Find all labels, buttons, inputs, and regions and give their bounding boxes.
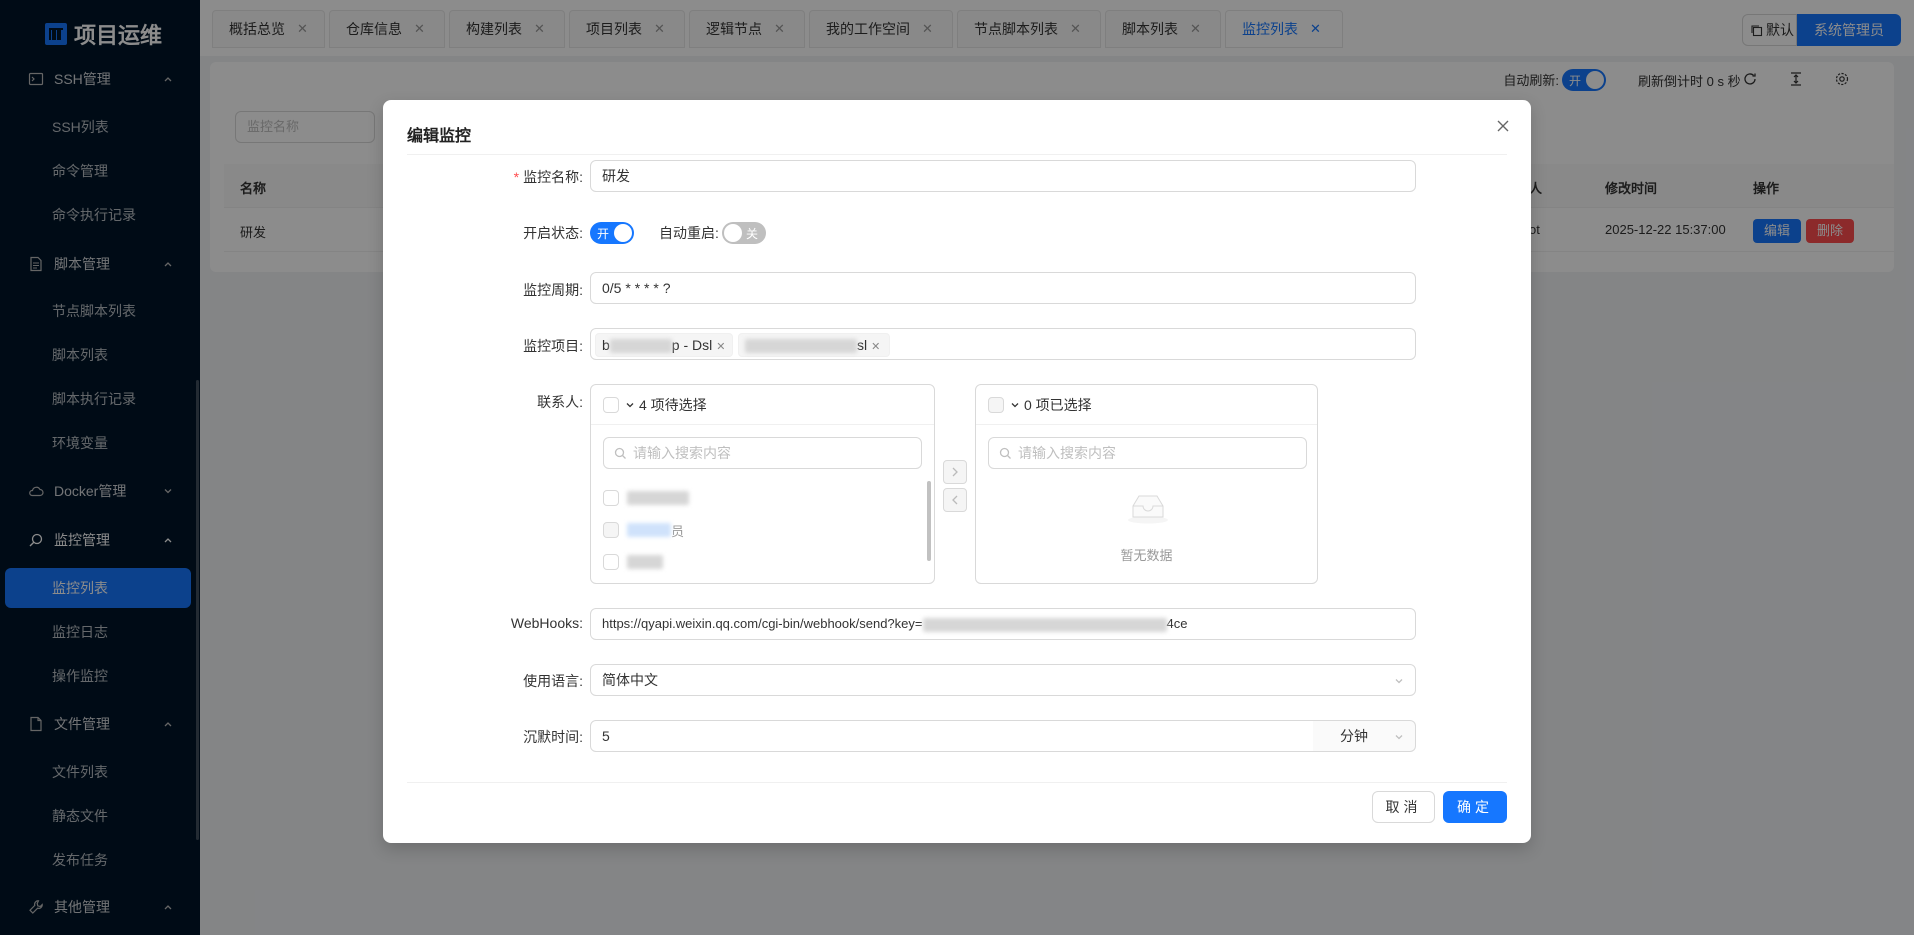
ok-button[interactable]: 确定 [1443,791,1507,823]
empty-text: 暂无数据 [1120,548,1173,563]
silence-unit-value: 分钟 [1340,728,1368,744]
item-checkbox [603,522,619,538]
required-mark: * [513,169,520,185]
transfer-list-item[interactable]: 员 [603,521,684,539]
chevron-down-icon [1395,679,1403,684]
select-all-checkbox [988,396,1004,413]
redacted-text [627,491,689,505]
search-placeholder: 请输入搜索内容 [633,445,731,461]
tag-text: p - Dsl [671,337,713,353]
close-icon[interactable]: ✕ [716,341,725,353]
transfer-target-panel: 0 项已选择 请输入搜索内容 暂无数据 [975,384,1318,584]
edit-monitor-modal: 编辑监控 * 监控名称: 研发 开启状态: 开 自动重启: 关 监控周期: 0/5… [383,100,1531,843]
transfer-source-header: 4 项待选择 [591,385,934,425]
status-switch[interactable]: 开 [590,222,634,244]
language-value: 简体中文 [602,672,658,688]
chevron-down-icon[interactable] [1010,400,1020,410]
webhook-input[interactable]: https://qyapi.weixin.qq.com/cgi-bin/webh… [590,608,1416,640]
modal-divider [407,154,1507,155]
select-all-checkbox[interactable] [603,396,619,413]
label-silence: 沉默时间: [523,729,583,745]
label-name-text: 监控名称: [523,169,583,185]
switch-label: 开 [597,226,610,241]
label-name: * 监控名称: [383,167,583,187]
project-tag: b p - Dsl ✕ [595,333,733,357]
search-icon [999,447,1011,459]
projects-select[interactable]: bp - Dsl ✕ sl ✕ [590,328,1416,360]
label-webhooks: WebHooks: [510,615,583,631]
transfer-list-item[interactable] [603,553,663,571]
monitor-name-input[interactable]: 研发 [590,160,1416,192]
empty-inbox-icon [1128,495,1168,524]
transfer-source-search[interactable]: 请输入搜索内容 [603,437,922,469]
label-projects: 监控项目: [523,338,583,354]
switch-label: 关 [746,226,759,241]
redacted-text [609,339,672,354]
close-icon[interactable]: ✕ [871,341,880,353]
language-select[interactable]: 简体中文 [590,664,1416,696]
transfer-source-panel: 4 项待选择 请输入搜索内容 员 [590,384,935,584]
transfer-target-header: 0 项已选择 [976,385,1317,425]
move-right-button[interactable] [943,460,967,484]
item-label: 员 [671,523,685,539]
label-contacts: 联系人: [537,394,583,410]
webhook-url-suffix: 4ce [1166,616,1188,631]
tag-text: sl [857,337,868,353]
item-checkbox[interactable] [603,554,619,570]
list-scrollbar[interactable] [927,481,931,561]
redacted-text [627,523,671,537]
redacted-text [745,339,857,354]
footer-divider [407,782,1507,783]
label-language: 使用语言: [523,673,583,689]
item-checkbox[interactable] [603,490,619,506]
switch-knob [724,224,742,242]
chevron-right-icon [952,467,958,477]
label-cycle: 监控周期: [523,282,583,298]
label-status: 开启状态: [523,225,583,241]
switch-knob [614,224,632,242]
redacted-text [922,617,1167,632]
transfer-list-item[interactable] [603,489,689,507]
chevron-left-icon [952,495,958,505]
cron-input[interactable]: 0/5 * * * * ? [590,272,1416,304]
chevron-down-icon[interactable] [625,400,635,410]
restart-switch[interactable]: 关 [722,222,766,244]
chevron-down-icon [1395,735,1403,740]
transfer-target-count: 0 项已选择 [1024,396,1092,413]
search-icon [614,447,626,459]
tag-text-start: b [602,337,610,353]
project-tag: sl ✕ [738,333,890,357]
redacted-text [627,555,663,569]
webhook-url-prefix: https://qyapi.weixin.qq.com/cgi-bin/webh… [602,616,923,631]
silence-input[interactable]: 5 [590,720,1314,752]
search-placeholder: 请输入搜索内容 [1018,445,1116,461]
cancel-button[interactable]: 取消 [1372,791,1435,823]
transfer-source-count: 4 项待选择 [639,396,707,413]
silence-unit-select[interactable]: 分钟 [1313,720,1416,752]
move-left-button[interactable] [943,488,967,512]
modal-title: 编辑监控 [407,128,472,145]
label-restart: 自动重启: [659,225,719,241]
transfer-target-search[interactable]: 请输入搜索内容 [988,437,1307,469]
close-icon[interactable] [1495,118,1511,134]
